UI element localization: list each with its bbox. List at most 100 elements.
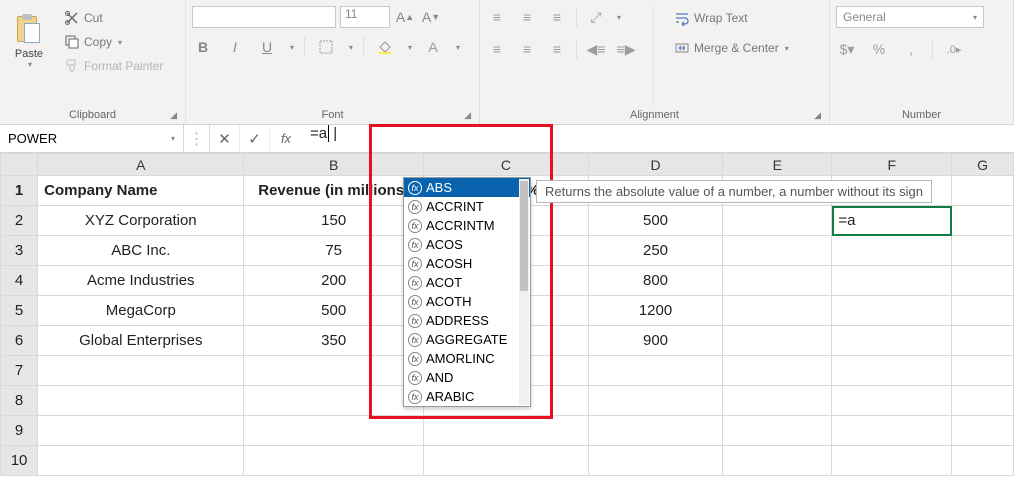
formula-bar-expand[interactable]: ⋮ <box>184 125 210 152</box>
cut-button[interactable]: Cut <box>60 8 167 28</box>
col-header[interactable]: D <box>588 154 722 176</box>
cell[interactable] <box>832 386 952 416</box>
comma-format-button[interactable]: , <box>900 38 922 60</box>
cell[interactable] <box>244 416 423 446</box>
cell[interactable] <box>832 326 952 356</box>
chevron-down-icon[interactable]: ▾ <box>408 43 412 52</box>
underline-button[interactable]: U <box>256 36 278 58</box>
cell[interactable] <box>832 296 952 326</box>
cell[interactable] <box>723 206 832 236</box>
autocomplete-item[interactable]: fxACOT <box>404 273 530 292</box>
row-header[interactable]: 6 <box>1 326 38 356</box>
autocomplete-item[interactable]: fxADDRESS <box>404 311 530 330</box>
cell[interactable]: 200 <box>244 266 423 296</box>
cell[interactable] <box>38 356 244 386</box>
cell[interactable] <box>723 326 832 356</box>
row-header[interactable]: 7 <box>1 356 38 386</box>
align-left-button[interactable]: ≡ <box>486 38 508 60</box>
cell[interactable]: Company Name <box>38 176 244 206</box>
cell[interactable] <box>952 446 1014 476</box>
chevron-down-icon[interactable]: ▾ <box>456 43 460 52</box>
align-bottom-button[interactable]: ≡ <box>546 6 568 28</box>
autocomplete-item[interactable]: fxAGGREGATE <box>404 330 530 349</box>
align-right-button[interactable]: ≡ <box>546 38 568 60</box>
cell[interactable]: 500 <box>588 206 722 236</box>
cell[interactable] <box>38 446 244 476</box>
cell[interactable] <box>952 386 1014 416</box>
autocomplete-item[interactable]: fxAND <box>404 368 530 387</box>
cell[interactable]: 350 <box>244 326 423 356</box>
row-header[interactable]: 2 <box>1 206 38 236</box>
decrease-indent-button[interactable]: ◀≡ <box>585 38 607 60</box>
borders-button[interactable] <box>315 36 337 58</box>
autocomplete-item[interactable]: fxACOTH <box>404 292 530 311</box>
autocomplete-item[interactable]: fxARABIC <box>404 387 530 406</box>
row-header[interactable]: 8 <box>1 386 38 416</box>
autocomplete-item[interactable]: fxACOS <box>404 235 530 254</box>
col-header[interactable]: F <box>832 154 952 176</box>
cell[interactable] <box>588 446 722 476</box>
italic-button[interactable]: I <box>224 36 246 58</box>
align-middle-button[interactable]: ≡ <box>516 6 538 28</box>
autocomplete-item[interactable]: fxACCRINT <box>404 197 530 216</box>
cell[interactable] <box>952 176 1014 206</box>
accounting-format-button[interactable]: $▾ <box>836 38 858 60</box>
cell[interactable] <box>723 386 832 416</box>
dialog-launcher-icon[interactable]: ◢ <box>170 110 177 121</box>
function-autocomplete-dropdown[interactable]: fxABSfxACCRINTfxACCRINTMfxACOSfxACOSHfxA… <box>403 177 531 407</box>
font-size-select[interactable]: 11 <box>340 6 390 28</box>
cell[interactable] <box>723 236 832 266</box>
cell[interactable] <box>423 416 588 446</box>
cell[interactable] <box>832 266 952 296</box>
row-header[interactable]: 3 <box>1 236 38 266</box>
spreadsheet-grid[interactable]: A B C D E F G 1Company NameRevenue (in m… <box>0 153 1014 476</box>
cell[interactable] <box>832 236 952 266</box>
cell[interactable]: 1200 <box>588 296 722 326</box>
cell[interactable] <box>38 416 244 446</box>
chevron-down-icon[interactable]: ▾ <box>349 43 353 52</box>
col-header[interactable]: C <box>423 154 588 176</box>
percent-format-button[interactable]: % <box>868 38 890 60</box>
cell[interactable] <box>588 356 722 386</box>
dialog-launcher-icon[interactable]: ◢ <box>814 110 821 121</box>
col-header[interactable]: G <box>952 154 1014 176</box>
cell[interactable]: Acme Industries <box>38 266 244 296</box>
cell[interactable] <box>723 446 832 476</box>
chevron-down-icon[interactable]: ▾ <box>290 43 294 52</box>
cell[interactable] <box>244 356 423 386</box>
cell[interactable]: MegaCorp <box>38 296 244 326</box>
cell[interactable] <box>723 356 832 386</box>
cell[interactable]: 250 <box>588 236 722 266</box>
col-header[interactable]: B <box>244 154 423 176</box>
cell[interactable]: Revenue (in millions) <box>244 176 423 206</box>
cell[interactable] <box>723 296 832 326</box>
enter-formula-button[interactable]: ✓ <box>240 125 270 152</box>
cell[interactable] <box>832 446 952 476</box>
col-header[interactable]: A <box>38 154 244 176</box>
cell[interactable]: 500 <box>244 296 423 326</box>
cell[interactable] <box>952 206 1014 236</box>
align-center-button[interactable]: ≡ <box>516 38 538 60</box>
autocomplete-item[interactable]: fxAMORLINC <box>404 349 530 368</box>
cell[interactable] <box>952 356 1014 386</box>
cell[interactable] <box>244 446 423 476</box>
cell[interactable] <box>952 296 1014 326</box>
cell[interactable]: 75 <box>244 236 423 266</box>
cell[interactable]: 800 <box>588 266 722 296</box>
cancel-formula-button[interactable]: ✕ <box>210 125 240 152</box>
row-header[interactable]: 10 <box>1 446 38 476</box>
select-all-corner[interactable] <box>1 154 38 176</box>
cell[interactable] <box>832 356 952 386</box>
increase-indent-button[interactable]: ≡▶ <box>615 38 637 60</box>
cell[interactable]: 150 <box>244 206 423 236</box>
fx-label[interactable]: fx <box>270 125 302 152</box>
col-header[interactable]: E <box>723 154 832 176</box>
decrease-font-button[interactable]: A▼ <box>420 6 442 28</box>
orientation-button[interactable]: ⤢ <box>585 6 607 28</box>
cell[interactable]: XYZ Corporation <box>38 206 244 236</box>
number-format-select[interactable]: General ▾ <box>836 6 984 28</box>
cell[interactable] <box>952 326 1014 356</box>
formula-input[interactable]: =a <box>302 125 1014 152</box>
format-painter-button[interactable]: Format Painter <box>60 56 167 76</box>
copy-button[interactable]: Copy ▾ <box>60 32 167 52</box>
